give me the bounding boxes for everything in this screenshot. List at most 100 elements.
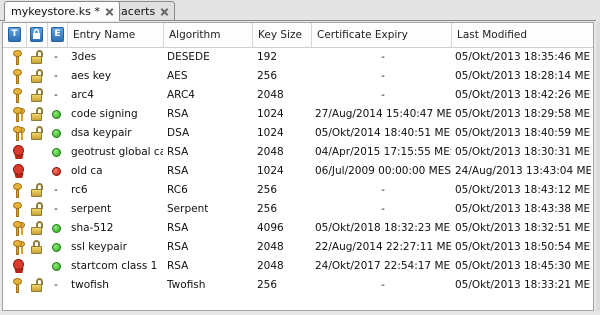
valid-status-icon xyxy=(51,105,65,123)
certificate-expiry-cell: 22/Aug/2014 22:27:11 MESZ xyxy=(315,241,451,253)
entry-name-cell: aes key xyxy=(71,70,112,82)
last-modified-cell: 05/Okt/2013 18:32:51 MESZ xyxy=(455,222,591,234)
table-row[interactable]: - 3des DESEDE 192 - 05/Okt/2013 18:35:46 MESZ xyxy=(3,48,593,66)
valid-status-icon xyxy=(51,124,65,142)
key-icon xyxy=(11,276,27,294)
key-size-cell: 1024 xyxy=(257,127,284,139)
key-pair-icon xyxy=(11,238,27,256)
key-icon xyxy=(11,48,27,66)
no-status: - xyxy=(54,279,58,291)
entry-name-cell: geotrust global ca xyxy=(71,146,163,158)
certificate-expiry-cell: 05/Okt/2014 18:40:51 MESZ xyxy=(315,127,451,139)
column-header-expiry[interactable]: E xyxy=(48,23,68,47)
algorithm-cell: RSA xyxy=(167,165,189,177)
key-size-cell: 256 xyxy=(257,279,278,291)
vertical-scrollbar[interactable] xyxy=(596,22,600,311)
key-size-cell: 2048 xyxy=(257,260,284,272)
last-modified-cell: 05/Okt/2013 18:45:30 MESZ xyxy=(455,260,591,272)
no-status: - xyxy=(54,70,58,82)
column-header-lock[interactable] xyxy=(27,23,48,47)
algorithm-cell: DESEDE xyxy=(167,51,210,63)
lock-empty xyxy=(30,257,46,275)
tab-label: mykeystore.ks * xyxy=(11,5,100,18)
table-row[interactable]: code signing RSA 1024 27/Aug/2014 15:40:47 … xyxy=(3,105,593,123)
table-header: T E Entry Name Algorithm Key Size Certif… xyxy=(3,23,593,48)
lock-empty xyxy=(30,162,46,180)
column-header-entry-name[interactable]: Entry Name xyxy=(68,23,164,47)
key-pair-icon xyxy=(11,219,27,237)
table-row[interactable]: old ca RSA 1024 06/Jul/2009 00:00:00 MESZ 24… xyxy=(3,162,593,180)
keystore-table: T E Entry Name Algorithm Key Size Certif… xyxy=(2,22,594,311)
certificate-icon xyxy=(11,257,27,275)
column-header-certificate-expiry[interactable]: Certificate Expiry xyxy=(312,23,452,47)
certificate-expiry-cell: - xyxy=(381,51,385,63)
key-pair-icon xyxy=(11,105,27,123)
lock-open-icon xyxy=(30,276,46,294)
key-size-cell: 256 xyxy=(257,70,278,82)
entry-name-cell: arc4 xyxy=(71,89,94,101)
entry-name-cell: 3des xyxy=(71,51,97,63)
column-header-key-size[interactable]: Key Size xyxy=(253,23,312,47)
tab-strip: mykeystore.ks * cacerts xyxy=(0,0,600,21)
algorithm-cell: RSA xyxy=(167,146,189,158)
lock-column-icon xyxy=(30,27,43,42)
entry-name-cell: dsa keypair xyxy=(71,127,132,139)
column-header-last-modified[interactable]: Last Modified xyxy=(452,23,593,47)
table-row[interactable]: startcom class 1 RSA 2048 24/Okt/2017 22:54… xyxy=(3,257,593,275)
certificate-expiry-cell: 04/Apr/2015 17:15:55 MESZ xyxy=(315,146,451,158)
key-size-cell: 2048 xyxy=(257,241,284,253)
close-icon[interactable] xyxy=(105,7,114,16)
algorithm-cell: RC6 xyxy=(167,184,188,196)
lock-open-icon xyxy=(30,105,46,123)
no-status: - xyxy=(54,203,58,215)
certificate-expiry-cell: - xyxy=(381,184,385,196)
entry-name-cell: ssl keypair xyxy=(71,241,127,253)
algorithm-cell: Twofish xyxy=(167,279,206,291)
table-row[interactable]: dsa keypair DSA 1024 05/Okt/2014 18:40:51 M… xyxy=(3,124,593,142)
expiry-column-icon: E xyxy=(51,27,64,42)
table-row[interactable]: ssl keypair RSA 2048 22/Aug/2014 22:27:11 M… xyxy=(3,238,593,256)
certificate-expiry-cell: - xyxy=(381,89,385,101)
algorithm-cell: RSA xyxy=(167,108,189,120)
type-column-icon: T xyxy=(8,27,21,42)
close-icon[interactable] xyxy=(160,7,169,16)
entry-name-cell: rc6 xyxy=(71,184,88,196)
key-size-cell: 256 xyxy=(257,203,278,215)
algorithm-cell: Serpent xyxy=(167,203,209,215)
last-modified-cell: 05/Okt/2013 18:43:12 MESZ xyxy=(455,184,591,196)
algorithm-cell: RSA xyxy=(167,260,189,272)
column-header-algorithm[interactable]: Algorithm xyxy=(164,23,253,47)
certificate-expiry-cell: 06/Jul/2009 00:00:00 MESZ xyxy=(315,165,451,177)
certificate-expiry-cell: 05/Okt/2018 18:32:23 MESZ xyxy=(315,222,451,234)
certificate-expiry-cell: - xyxy=(381,279,385,291)
no-status: - xyxy=(54,51,58,63)
entry-name-cell: code signing xyxy=(71,108,138,120)
valid-status-icon xyxy=(51,238,65,256)
tab-mykeystore[interactable]: mykeystore.ks * xyxy=(4,1,120,21)
table-row[interactable]: geotrust global ca RSA 2048 04/Apr/2015 17:… xyxy=(3,143,593,161)
last-modified-cell: 05/Okt/2013 18:33:21 MESZ xyxy=(455,279,591,291)
key-icon xyxy=(11,181,27,199)
last-modified-cell: 05/Okt/2013 18:42:26 MESZ xyxy=(455,89,591,101)
certificate-icon xyxy=(11,143,27,161)
table-row[interactable]: - serpent Serpent 256 - 05/Okt/2013 18:43:38 … xyxy=(3,200,593,218)
key-size-cell: 4096 xyxy=(257,222,284,234)
table-row[interactable]: sha-512 RSA 4096 05/Okt/2018 18:32:23 MESZ 0… xyxy=(3,219,593,237)
table-row[interactable]: - arc4 ARC4 2048 - 05/Okt/2013 18:42:26 MESZ xyxy=(3,86,593,104)
valid-status-icon xyxy=(51,257,65,275)
algorithm-cell: RSA xyxy=(167,241,189,253)
table-row[interactable]: - twofish Twofish 256 - 05/Okt/2013 18:33:21 … xyxy=(3,276,593,294)
lock-open-icon xyxy=(30,219,46,237)
last-modified-cell: 05/Okt/2013 18:40:59 MESZ xyxy=(455,127,591,139)
table-row[interactable]: - rc6 RC6 256 - 05/Okt/2013 18:43:12 MESZ xyxy=(3,181,593,199)
column-header-type[interactable]: T xyxy=(3,23,27,47)
key-icon xyxy=(11,200,27,218)
table-row[interactable]: - aes key AES 256 - 05/Okt/2013 18:28:14 MESZ xyxy=(3,67,593,85)
key-icon xyxy=(11,86,27,104)
lock-closed-icon xyxy=(30,238,46,256)
certificate-icon xyxy=(11,162,27,180)
key-size-cell: 256 xyxy=(257,184,278,196)
certificate-expiry-cell: 27/Aug/2014 15:40:47 MESZ xyxy=(315,108,451,120)
key-size-cell: 1024 xyxy=(257,165,284,177)
key-size-cell: 192 xyxy=(257,51,278,63)
